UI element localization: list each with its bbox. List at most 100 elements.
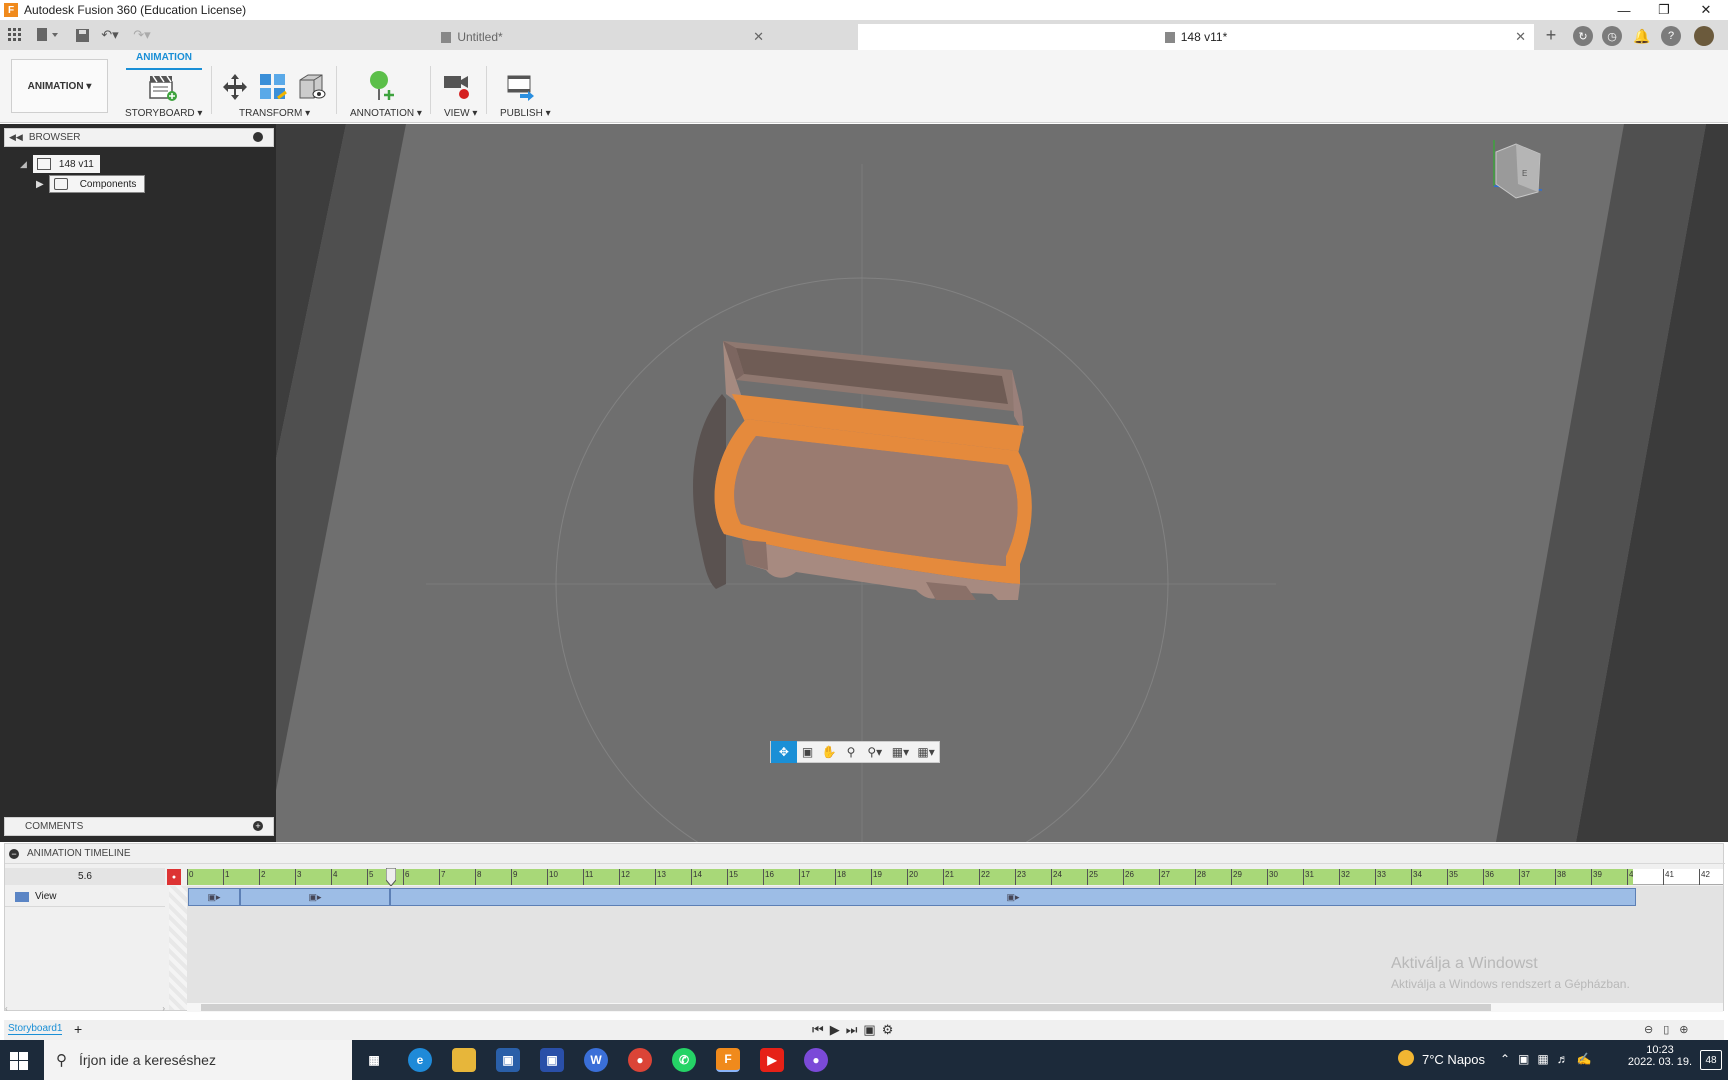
scene-canvas[interactable] — [276, 124, 1728, 842]
workspace-switcher-button[interactable]: ANIMATION ▾ — [11, 59, 108, 113]
track-view[interactable]: View — [5, 887, 165, 907]
annotation-group[interactable]: ANNOTATION ▾ — [350, 108, 422, 119]
task-view-icon[interactable]: ▦ — [362, 1048, 386, 1072]
drop-app-icon[interactable]: ● — [804, 1048, 828, 1072]
grid-settings-icon[interactable]: ▦▾ — [913, 745, 939, 759]
store-icon[interactable]: ▣ — [496, 1048, 520, 1072]
weather-text[interactable]: 7°C Napos — [1422, 1052, 1485, 1067]
data-panel-grid-icon[interactable] — [6, 26, 24, 44]
display-settings-icon[interactable]: ▦▾ — [888, 745, 914, 759]
w-app-icon[interactable]: W — [584, 1048, 608, 1072]
skip-to-end-icon[interactable]: ⏭ — [846, 1022, 858, 1038]
zoom-in-icon[interactable]: ⊕ — [1679, 1023, 1688, 1036]
transform-group[interactable]: TRANSFORM ▾ — [239, 108, 310, 119]
file-menu-icon[interactable] — [34, 26, 62, 44]
current-time-field[interactable]: 5.6 — [5, 868, 165, 885]
transform-components-icon[interactable] — [258, 72, 288, 107]
taskbar-search-box[interactable]: ⚲ Írjon ide a kereséshez — [44, 1040, 352, 1080]
play-icon[interactable]: ▶ — [830, 1022, 840, 1038]
zoom-out-icon[interactable]: ⊖ — [1644, 1023, 1653, 1036]
view-action-bar[interactable]: ▣▸ — [390, 888, 1636, 906]
publish-video-icon[interactable] — [506, 72, 536, 107]
undo-icon[interactable]: ↶▾ — [98, 26, 122, 44]
fusion360-taskbar-icon[interactable]: F — [716, 1048, 740, 1072]
new-tab-plus-icon[interactable]: + — [1540, 25, 1562, 45]
fit-timeline-icon[interactable]: ▣ — [863, 1022, 875, 1038]
youtube-icon[interactable]: ▶ — [760, 1048, 784, 1072]
tab-148-v11[interactable]: 148 v11* ✕ — [858, 24, 1534, 50]
restore-home-icon[interactable] — [296, 72, 326, 107]
svg-text:E: E — [1522, 169, 1527, 178]
save-icon[interactable] — [74, 26, 90, 44]
help-icon[interactable]: ? — [1661, 26, 1681, 46]
extensions-icon[interactable]: ↻ — [1573, 26, 1593, 46]
edge-browser-icon[interactable]: e — [408, 1048, 432, 1072]
add-storyboard-button[interactable]: + — [74, 1021, 82, 1037]
ruler-tick-label: 5 — [369, 870, 374, 879]
ruler-tick-label: 36 — [1485, 870, 1494, 879]
save-app-icon[interactable]: ▣ — [540, 1048, 564, 1072]
chest-model[interactable] — [693, 341, 1032, 600]
weather-sun-icon[interactable] — [1398, 1050, 1414, 1066]
user-avatar[interactable] — [1694, 26, 1714, 46]
expand-arrow-icon[interactable]: ▶ — [36, 179, 44, 190]
close-tab-icon[interactable]: ✕ — [1515, 29, 1526, 45]
ruler-tick — [547, 869, 548, 885]
ruler-tick-label: 2 — [261, 870, 266, 879]
ruler-tick-label: 27 — [1161, 870, 1170, 879]
skip-to-start-icon[interactable]: ⏮ — [812, 1022, 824, 1038]
new-storyboard-icon[interactable] — [148, 72, 178, 107]
pan-hand-icon[interactable]: ✋ — [818, 745, 840, 759]
tab-animation[interactable]: ANIMATION — [126, 52, 202, 70]
camera-record-icon[interactable] — [442, 72, 472, 107]
scroll-thumb[interactable] — [201, 1004, 1491, 1011]
playback-settings-icon[interactable]: ⚙ — [882, 1022, 894, 1038]
3d-viewport[interactable]: E ✥ ▣ ✋ ⚲ ⚲▾ ▦▾ ▦▾ — [276, 124, 1728, 842]
system-tray-icons[interactable]: ⌃▣▦♬✍ — [1500, 1052, 1600, 1066]
restore-button[interactable]: ❐ — [1646, 0, 1682, 20]
expand-triangle-icon[interactable]: ◢ — [20, 159, 27, 170]
close-window-button[interactable]: ✕ — [1688, 0, 1724, 20]
view-action-bar[interactable]: ▣▸ — [188, 888, 240, 906]
separator — [486, 66, 487, 114]
collapse-panel-icon[interactable]: ◀◀ — [9, 132, 23, 143]
file-explorer-icon[interactable] — [452, 1048, 476, 1072]
zoom-fit-icon[interactable]: ▯ — [1663, 1023, 1669, 1036]
time-ruler[interactable]: 0 1 2 3 4 5 6 7 8 9 10 11 12 13 14 15 16 17 18 19 20 21 22 23 24… — [187, 869, 1638, 885]
storyboard-tab[interactable]: Storyboard1 — [8, 1023, 63, 1035]
view-action-bar[interactable]: ▣▸ — [240, 888, 390, 906]
record-marker-icon[interactable]: ● — [167, 869, 181, 885]
chrome-icon[interactable]: ● — [628, 1048, 652, 1072]
minimize-button[interactable]: — — [1606, 0, 1642, 20]
look-at-icon[interactable]: ▣ — [797, 745, 819, 759]
redo-icon[interactable]: ↷▾ — [130, 26, 154, 44]
fit-zoom-icon[interactable]: ⚲▾ — [862, 745, 888, 759]
close-tab-icon[interactable]: ✕ — [753, 29, 764, 45]
storyboard-group[interactable]: STORYBOARD ▾ — [125, 108, 202, 119]
timeline-scrollbar[interactable] — [187, 1003, 1723, 1012]
browser-root-node[interactable]: ◢ 148 v11 — [20, 155, 110, 173]
tab-untitled[interactable]: Untitled* ✕ — [172, 24, 772, 50]
track-list-scrollbar[interactable]: ‹ › — [5, 1004, 165, 1013]
ruler-tick — [439, 869, 440, 885]
view-cube[interactable]: E — [1486, 134, 1546, 204]
collapse-timeline-icon[interactable]: − — [9, 848, 19, 859]
pin-panel-icon[interactable] — [253, 132, 263, 142]
browser-components-node[interactable]: ▶ Components — [36, 175, 146, 193]
clock[interactable]: 10:23 2022. 03. 19. — [1620, 1044, 1700, 1068]
job-status-icon[interactable]: ◷ — [1602, 26, 1622, 46]
notifications-bell-icon[interactable]: 🔔 — [1632, 26, 1652, 46]
view-group[interactable]: VIEW ▾ — [444, 108, 477, 119]
transform-move-icon[interactable] — [220, 72, 250, 107]
add-comment-icon[interactable]: + — [253, 821, 263, 831]
orbit-icon[interactable]: ✥ — [771, 741, 797, 763]
publish-group[interactable]: PUBLISH ▾ — [500, 108, 551, 119]
whatsapp-icon[interactable]: ✆ — [672, 1048, 696, 1072]
ruler-tick — [1519, 869, 1520, 885]
windows-start-icon[interactable] — [10, 1052, 28, 1075]
time-ruler-extension[interactable]: 41 42 — [1633, 869, 1723, 885]
create-callout-icon[interactable] — [366, 70, 396, 107]
zoom-icon[interactable]: ⚲ — [840, 745, 862, 759]
notification-center-icon[interactable]: 48 — [1700, 1050, 1722, 1070]
playhead-handle[interactable] — [385, 867, 397, 887]
